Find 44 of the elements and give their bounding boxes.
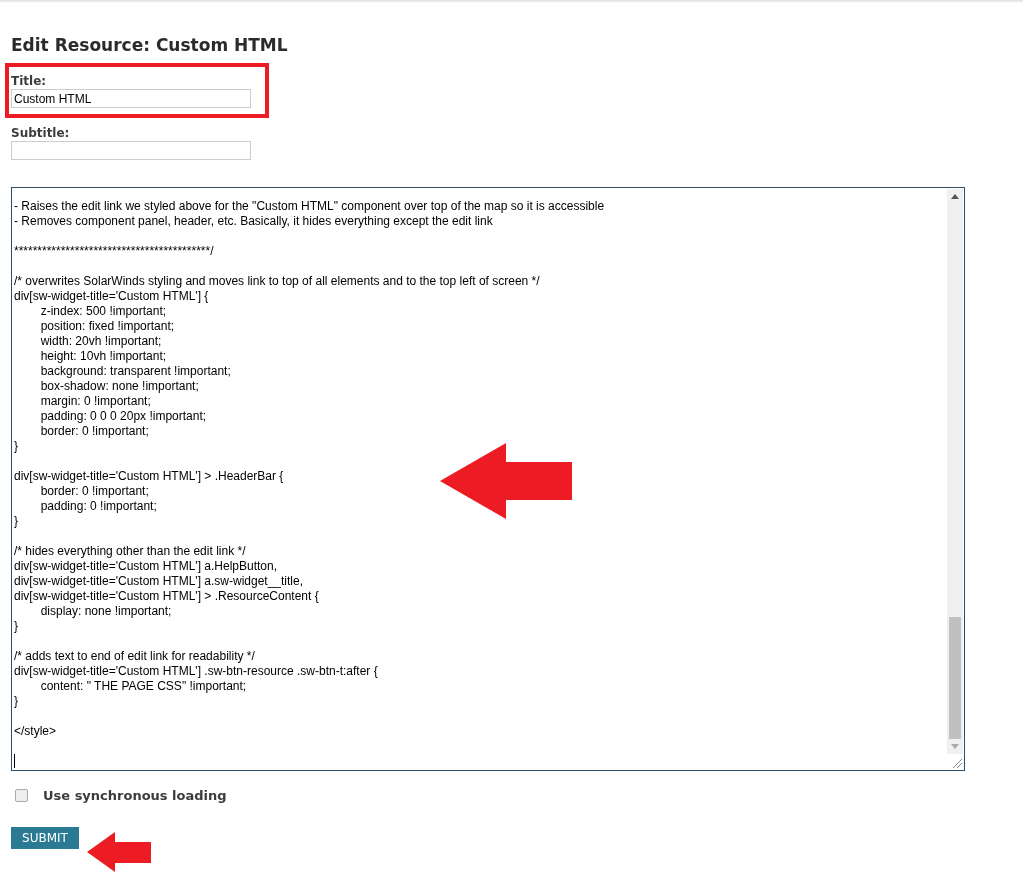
code-line: </style> [14,724,57,739]
page-heading: Edit Resource: Custom HTML [11,34,289,55]
code-line: div[sw-widget-title='Custom HTML'] .sw-btn-resource .sw-btn-t:after { [14,664,378,679]
code-line: z-index: 500 !important; [39,304,167,319]
code-line: } [14,514,18,529]
scrollbar-thumb[interactable] [949,617,961,739]
arrow-annotation [87,832,151,872]
field-label: Title: [11,74,48,88]
code-line: width: 20vh !important; [39,334,162,349]
scroll-down-icon[interactable] [951,744,959,749]
title-input[interactable]: Custom HTML [11,89,251,108]
code-line: border: 0 !important; [39,484,149,499]
code-line: /* overwrites SolarWinds styling and moves link to top of all elements and to the top left of screen */ [14,274,540,289]
code-editor-field[interactable] [11,187,965,771]
checkbox-label: Use synchronous loading [43,788,227,803]
checkbox[interactable] [15,789,28,802]
code-line: } [14,694,18,709]
code-line: height: 10vh !important; [39,349,167,364]
code-line: div[sw-widget-title='Custom HTML'] > .HeaderBar { [14,469,284,484]
code-line: div[sw-widget-title='Custom HTML'] { [14,289,209,304]
code-line: position: fixed !important; [39,319,175,334]
code-line: div[sw-widget-title='Custom HTML'] > .ResourceContent { [14,589,319,604]
code-line: padding: 0 !important; [39,499,157,514]
code-line: box-shadow: none !important; [39,379,199,394]
code-line: padding: 0 0 0 20px !important; [39,409,207,424]
code-line: display: none !important; [39,604,172,619]
scroll-up-icon[interactable] [951,194,959,199]
field-label: Subtitle: [11,126,71,140]
code-line: margin: 0 !important; [39,394,151,409]
code-line: border: 0 !important; [39,424,149,439]
code-line: } [14,439,18,454]
subtitle-input[interactable] [11,141,251,160]
code-line: background: transparent !important; [39,364,231,379]
code-line: - Raises the edit link we styled above for the "Custom HTML" component over top of the map so it is accessible [14,199,605,214]
code-line: - Removes component panel, header, etc. Basically, it hides everything except the edit link [14,214,493,229]
submit-button[interactable]: SUBMIT [11,827,79,849]
code-line: div[sw-widget-title='Custom HTML'] a.sw-widget__title, [14,574,303,589]
code-line: /* hides everything other than the edit link */ [14,544,246,559]
code-line: content: " THE PAGE CSS" !important; [39,679,247,694]
code-line: } [14,619,18,634]
code-line: ******************************************/ [14,244,214,259]
code-line: div[sw-widget-title='Custom HTML'] a.HelpButton, [14,559,277,574]
code-line: /* adds text to end of edit link for readability */ [14,649,255,664]
scrollbar[interactable] [947,189,963,754]
